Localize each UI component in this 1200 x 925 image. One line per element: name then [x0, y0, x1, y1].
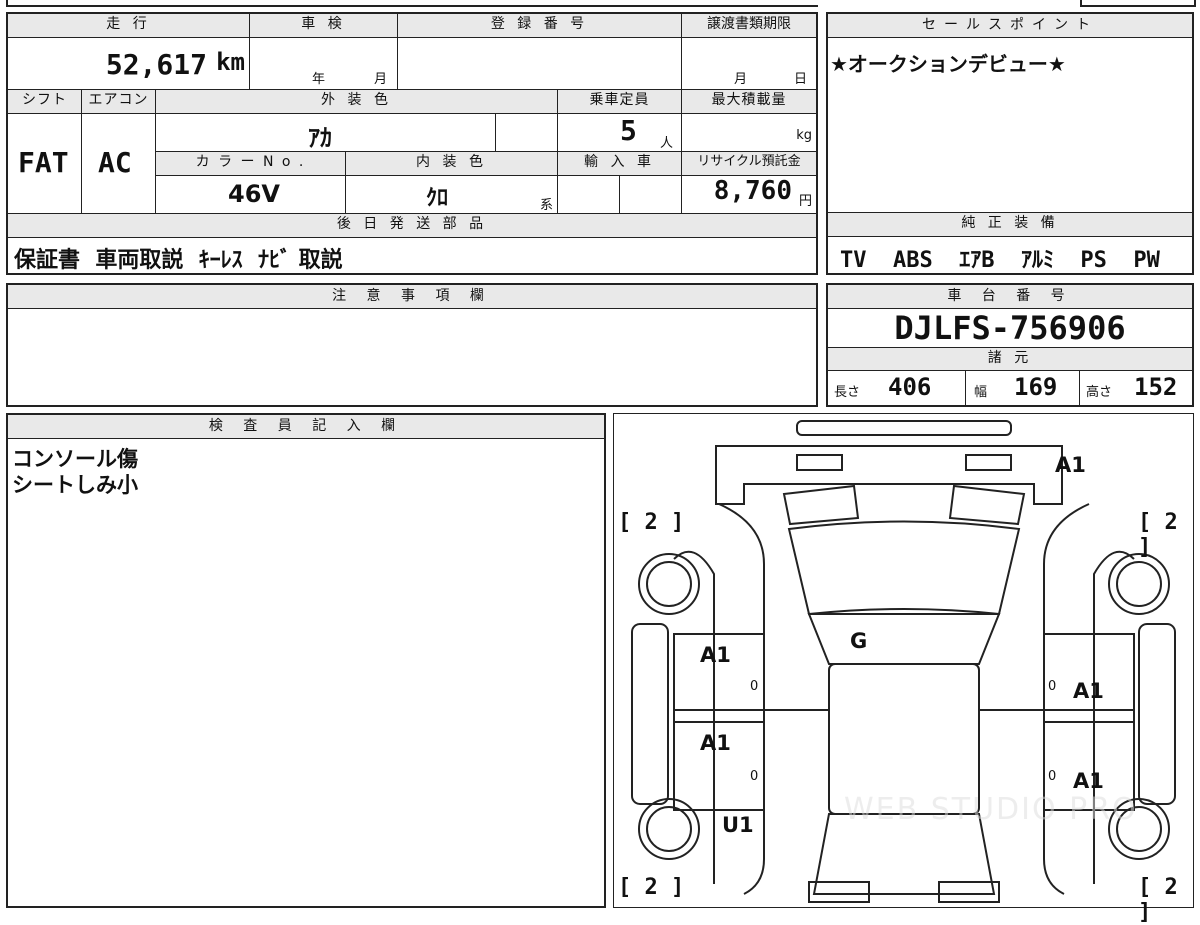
notes-box: 注 意 事 項 欄	[6, 283, 818, 407]
mileage-unit: km	[216, 48, 245, 76]
bracket-bottom-right: [ 2 ]	[1138, 875, 1178, 925]
bracket-top-left: [ 2 ]	[618, 510, 685, 535]
mileage-cell: 52,617 km	[8, 38, 250, 90]
spec-height: 高さ 152	[1080, 371, 1192, 405]
sales-point-header: セールスポイント	[828, 14, 1192, 38]
inspector-line-2: シートしみ小	[12, 473, 138, 497]
mark-left-rear-door: A1	[700, 731, 731, 755]
sales-point-box: セールスポイント ★オークションデビュー★ 純 正 装 備 TV ABS ｴｱB…	[826, 12, 1194, 275]
spec-height-label: 高さ	[1086, 385, 1113, 400]
mark-front-bumper: A1	[1055, 453, 1086, 477]
chassis-value: DJLFS-756906	[894, 309, 1126, 347]
mark-right-front-door: A1	[1073, 679, 1104, 703]
spec-length-value: 406	[888, 373, 932, 401]
shaken-header: 車 検	[250, 14, 398, 38]
shift-value: FAT	[18, 146, 69, 179]
exterior-extra-cell	[496, 114, 558, 152]
spec-width-value: 169	[1014, 373, 1058, 401]
capacity-value: 5	[620, 114, 637, 147]
bracket-top-right: [ 2 ]	[1138, 510, 1178, 560]
ac-value: AC	[98, 146, 132, 179]
capacity-header: 乗車定員	[558, 90, 682, 114]
shift-header: シフト	[8, 90, 82, 114]
doc-deadline-header: 譲渡書類期限	[682, 14, 816, 38]
later-parts-header: 後 日 発 送 部 品	[8, 214, 816, 238]
watermark: WEB STUDIO PRO	[844, 792, 1138, 827]
mileage-header: 走 行	[8, 14, 250, 38]
mileage-value: 52,617	[105, 48, 207, 81]
zero-mark-3: 0	[1048, 679, 1057, 694]
import-cell-a	[558, 176, 620, 214]
zero-mark-2: 0	[750, 769, 759, 784]
recycle-cell: 8,760 円	[682, 176, 816, 214]
recycle-value: 8,760	[713, 176, 792, 206]
capacity-cell: 5 人	[558, 114, 682, 152]
specs-header: 諸 元	[828, 347, 1192, 371]
doc-deadline-cell: 月 日	[682, 38, 816, 90]
color-no-header: カ ラ ー N o .	[156, 152, 346, 176]
interior-cell: ｸﾛ 系	[346, 176, 558, 214]
spec-height-value: 152	[1134, 373, 1178, 401]
maxload-header: 最大積載量	[682, 90, 816, 114]
interior-header: 内 装 色	[346, 152, 558, 176]
maxload-cell: kg	[682, 114, 816, 152]
bracket-bottom-left: [ 2 ]	[618, 875, 685, 900]
doc-day: 日	[794, 72, 808, 87]
exterior-cell: ｱｶ	[156, 114, 496, 152]
mark-left-rear-quarter: U1	[722, 813, 754, 837]
registration-cell	[398, 38, 682, 90]
equipment-value: TV ABS ｴｱB ｱﾙﾐ PS PW	[840, 248, 1160, 273]
vehicle-info-grid: 走 行 車 検 登 録 番 号 譲渡書類期限 52,617 km 年 月 月 日…	[6, 12, 818, 275]
shaken-year: 年	[312, 72, 326, 87]
recycle-header: リサイクル預託金	[682, 152, 816, 176]
spec-length: 長さ 406	[828, 371, 966, 405]
mark-right-rear-door: A1	[1073, 769, 1104, 793]
doc-month: 月	[734, 72, 748, 87]
notes-header: 注 意 事 項 欄	[8, 285, 816, 309]
equipment-header: 純 正 装 備	[828, 213, 1192, 237]
recycle-unit: 円	[798, 194, 812, 209]
chassis-box: 車 台 番 号 DJLFS-756906 諸 元 長さ 406 幅 169 高さ…	[826, 283, 1194, 407]
interior-suffix: 系	[539, 198, 553, 213]
sales-point-value: ★オークションデビュー★	[830, 52, 1066, 76]
interior-value: ｸﾛ	[426, 186, 449, 211]
top-border-strip	[0, 0, 1200, 7]
spec-length-label: 長さ	[834, 385, 861, 400]
import-cell-b	[620, 176, 682, 214]
zero-mark-1: 0	[750, 679, 759, 694]
later-parts-value: 保証書 車両取説 ｷｰﾚｽ ﾅﾋﾞ 取説	[14, 248, 343, 273]
damage-diagram-box: [ 2 ] [ 2 ] [ 2 ] [ 2 ] A1 G A1 A1 A1 A1…	[613, 413, 1194, 925]
shift-cell: FAT	[8, 114, 82, 214]
import-header: 輸 入 車	[558, 152, 682, 176]
color-no-cell: 46V	[156, 176, 346, 214]
capacity-unit: 人	[660, 136, 674, 151]
maxload-unit: kg	[796, 128, 812, 143]
spec-width: 幅 169	[966, 371, 1080, 405]
color-no-value: 46V	[228, 180, 280, 208]
spec-width-label: 幅	[974, 385, 988, 400]
exterior-header: 外 装 色	[156, 90, 558, 114]
shaken-cell: 年 月	[250, 38, 398, 90]
inspector-header: 検 査 員 記 入 欄	[8, 415, 604, 439]
ac-cell: AC	[82, 114, 156, 214]
mark-windshield: G	[850, 629, 868, 653]
ac-header: エアコン	[82, 90, 156, 114]
exterior-value: ｱｶ	[308, 124, 332, 152]
zero-mark-4: 0	[1048, 769, 1057, 784]
shaken-month: 月	[374, 72, 388, 87]
inspector-box: 検 査 員 記 入 欄 コンソール傷 シートしみ小	[6, 413, 606, 908]
registration-header: 登 録 番 号	[398, 14, 682, 38]
mark-left-front-door: A1	[700, 643, 731, 667]
chassis-header: 車 台 番 号	[828, 285, 1192, 309]
